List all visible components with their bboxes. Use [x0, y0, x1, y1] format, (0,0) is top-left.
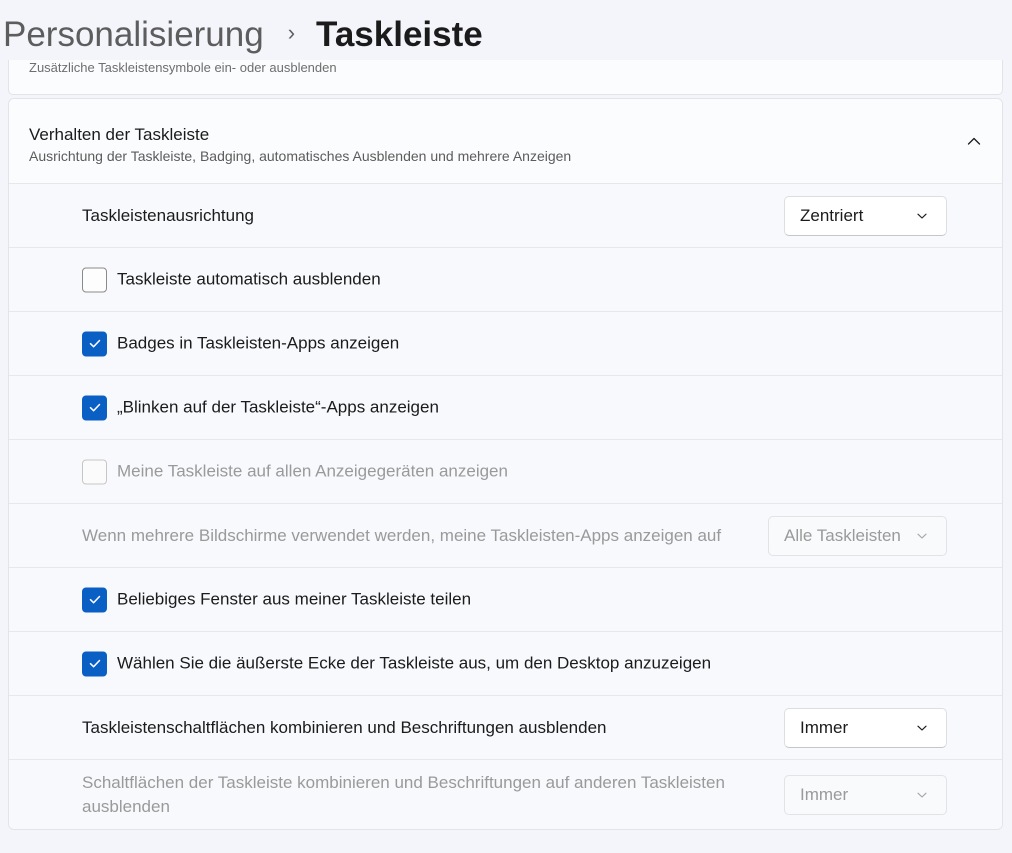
- autohide-checkbox-group[interactable]: Taskleiste automatisch ausblenden: [82, 267, 381, 292]
- setting-row-flashing: „Blinken auf der Taskleiste“-Apps anzeig…: [9, 376, 1002, 440]
- combine-other-value: Immer: [800, 785, 849, 804]
- setting-row-multi-monitor: Wenn mehrere Bildschirme verwendet werde…: [9, 504, 1002, 568]
- combine-other-dropdown: Immer: [784, 775, 947, 815]
- all-displays-checkbox-group: Meine Taskleiste auf allen Anzeigegeräte…: [82, 459, 508, 484]
- share-window-checkbox-group[interactable]: Beliebiges Fenster aus meiner Taskleiste…: [82, 587, 471, 612]
- flashing-checkbox-group[interactable]: „Blinken auf der Taskleiste“-Apps anzeig…: [82, 395, 439, 420]
- setting-row-combine: Taskleistenschaltflächen kombinieren und…: [9, 696, 1002, 760]
- section-title: Verhalten der Taskleiste: [29, 125, 210, 144]
- breadcrumb-parent[interactable]: Personalisierung: [3, 15, 264, 55]
- checkmark-icon: [89, 659, 100, 668]
- flashing-checkbox[interactable]: [82, 395, 107, 420]
- chevron-down-icon: [917, 725, 927, 731]
- chevron-down-icon: [917, 213, 927, 219]
- autohide-label: Taskleiste automatisch ausblenden: [117, 269, 381, 289]
- chevron-down-icon: [917, 533, 927, 539]
- corner-desktop-checkbox[interactable]: [82, 651, 107, 676]
- alignment-value: Zentriert: [800, 205, 864, 225]
- checkmark-icon: [89, 339, 100, 348]
- combine-dropdown[interactable]: Immer: [784, 707, 947, 748]
- setting-row-combine-other: Schaltflächen der Taskleiste kombinieren…: [9, 760, 1002, 829]
- badges-checkbox[interactable]: [82, 331, 107, 356]
- multi-monitor-dropdown: Alle Taskleisten: [768, 515, 947, 556]
- autohide-checkbox[interactable]: [82, 267, 107, 292]
- checkmark-icon: [89, 595, 100, 604]
- corner-desktop-label: Wählen Sie die äußerste Ecke der Tasklei…: [117, 653, 712, 673]
- chevron-right-icon: ›: [287, 20, 296, 45]
- chevron-up-icon: [967, 137, 981, 145]
- settings-page: Personalisierung › Taskleiste Zusätzlich…: [0, 0, 1012, 853]
- section-subtitle: Ausrichtung der Taskleiste, Badging, aut…: [29, 148, 572, 164]
- setting-row-alignment: Taskleistenausrichtung Zentriert: [9, 184, 1002, 248]
- section-header[interactable]: Verhalten der Taskleiste Ausrichtung der…: [9, 99, 1002, 184]
- all-displays-checkbox: [82, 459, 107, 484]
- combine-other-label: Schaltflächen der Taskleiste kombinieren…: [82, 773, 725, 816]
- share-window-checkbox[interactable]: [82, 587, 107, 612]
- previous-settings-card[interactable]: Zusätzliche Taskleistensymbole ein- oder…: [8, 60, 1003, 95]
- share-window-label: Beliebiges Fenster aus meiner Taskleiste…: [117, 589, 472, 609]
- setting-row-autohide: Taskleiste automatisch ausblenden: [9, 248, 1002, 312]
- setting-row-share-window: Beliebiges Fenster aus meiner Taskleiste…: [9, 568, 1002, 632]
- alignment-label: Taskleistenausrichtung: [82, 205, 254, 225]
- corner-desktop-checkbox-group[interactable]: Wählen Sie die äußerste Ecke der Tasklei…: [82, 651, 711, 676]
- badges-checkbox-group[interactable]: Badges in Taskleisten-Apps anzeigen: [82, 331, 399, 356]
- setting-row-badges: Badges in Taskleisten-Apps anzeigen: [9, 312, 1002, 376]
- taskbar-behavior-card: Verhalten der Taskleiste Ausrichtung der…: [8, 98, 1003, 830]
- combine-label: Taskleistenschaltflächen kombinieren und…: [82, 717, 607, 737]
- multi-monitor-label: Wenn mehrere Bildschirme verwendet werde…: [82, 525, 722, 545]
- checkmark-icon: [89, 403, 100, 412]
- chevron-down-icon: [917, 792, 927, 798]
- page-title: Taskleiste: [316, 15, 483, 54]
- all-displays-label: Meine Taskleiste auf allen Anzeigegeräte…: [117, 461, 508, 481]
- combine-value: Immer: [800, 717, 849, 737]
- badges-label: Badges in Taskleisten-Apps anzeigen: [117, 333, 400, 353]
- previous-card-subtitle: Zusätzliche Taskleistensymbole ein- oder…: [29, 60, 337, 75]
- multi-monitor-value: Alle Taskleisten: [784, 525, 901, 545]
- setting-row-corner-desktop: Wählen Sie die äußerste Ecke der Tasklei…: [9, 632, 1002, 696]
- setting-row-all-displays: Meine Taskleiste auf allen Anzeigegeräte…: [9, 440, 1002, 504]
- flashing-label: „Blinken auf der Taskleiste“-Apps anzeig…: [117, 397, 439, 417]
- collapse-button[interactable]: [962, 129, 986, 153]
- alignment-dropdown[interactable]: Zentriert: [784, 195, 947, 236]
